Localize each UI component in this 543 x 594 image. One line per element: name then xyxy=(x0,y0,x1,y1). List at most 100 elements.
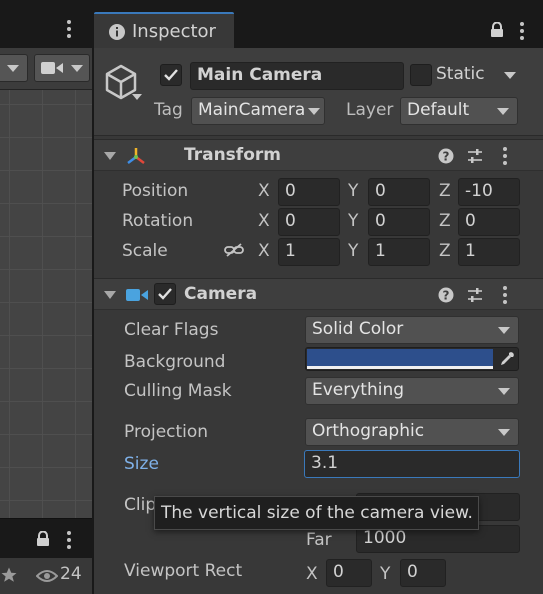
viewport-y-axis-label[interactable]: Y xyxy=(380,564,390,584)
svg-text:?: ? xyxy=(443,150,450,164)
transform-axes-icon xyxy=(127,148,145,164)
size-label[interactable]: Size xyxy=(124,454,159,474)
scene-grid-viewport[interactable] xyxy=(0,90,92,518)
projection-value: Orthographic xyxy=(312,421,425,441)
far-clip-label[interactable]: Far xyxy=(306,530,332,550)
rotation-x-axis-label[interactable]: X xyxy=(258,211,270,231)
position-x-field[interactable]: 0 xyxy=(278,178,340,206)
position-y-value: 0 xyxy=(375,181,386,201)
inspector-more-menu-icon[interactable] xyxy=(519,22,525,42)
clear-flags-dropdown[interactable]: Solid Color xyxy=(305,316,519,344)
rotation-y-value: 0 xyxy=(375,211,386,231)
help-icon[interactable]: ? xyxy=(438,148,454,164)
project-toolbar: 24 xyxy=(0,558,92,594)
presets-sliders-icon[interactable] xyxy=(467,287,483,303)
projection-dropdown[interactable]: Orthographic xyxy=(305,418,519,446)
tag-dropdown[interactable]: MainCamera xyxy=(191,97,325,125)
camera-component-icon xyxy=(126,289,148,301)
size-tooltip: The vertical size of the camera view. xyxy=(154,496,479,530)
static-label: Static xyxy=(436,64,485,84)
viewport-x-axis-label[interactable]: X xyxy=(306,564,318,584)
transform-component-header[interactable]: Transform ? xyxy=(94,139,543,171)
favorite-star-icon[interactable] xyxy=(0,566,18,584)
eye-visibility-icon[interactable] xyxy=(36,569,58,583)
position-z-field[interactable]: -10 xyxy=(458,178,520,206)
static-checkbox[interactable] xyxy=(410,64,432,86)
rotation-x-value: 0 xyxy=(285,211,296,231)
background-color-swatch[interactable] xyxy=(307,349,493,366)
scale-x-axis-label[interactable]: X xyxy=(258,241,270,261)
help-icon[interactable]: ? xyxy=(438,287,454,303)
position-x-axis-label[interactable]: X xyxy=(258,181,270,201)
viewport-x-field[interactable]: 0 xyxy=(326,559,372,587)
culling-mask-value: Everything xyxy=(312,380,405,400)
active-checkbox[interactable] xyxy=(160,64,182,86)
lock-icon[interactable] xyxy=(490,22,504,38)
checkmark-icon xyxy=(158,288,172,300)
position-y-field[interactable]: 0 xyxy=(368,178,430,206)
position-z-value: -10 xyxy=(465,181,493,201)
rotation-label[interactable]: Rotation xyxy=(122,211,193,231)
culling-mask-label: Culling Mask xyxy=(124,381,232,401)
clear-flags-label: Clear Flags xyxy=(124,320,219,340)
scale-y-value: 1 xyxy=(375,241,386,261)
rotation-z-axis-label[interactable]: Z xyxy=(439,211,451,231)
rotation-z-field[interactable]: 0 xyxy=(458,208,520,236)
checkmark-icon xyxy=(164,69,178,81)
info-icon xyxy=(109,24,125,40)
gameobject-name-field[interactable]: Main Camera xyxy=(190,62,404,90)
background-color-alpha-bar xyxy=(307,366,493,369)
viewport-y-field[interactable]: 0 xyxy=(400,559,446,587)
position-label[interactable]: Position xyxy=(122,181,188,201)
project-tab-bar xyxy=(0,518,92,558)
tab-inspector[interactable]: Inspector xyxy=(94,12,234,48)
scene-tool-dropdown[interactable] xyxy=(0,54,28,82)
scene-more-menu-icon[interactable] xyxy=(66,20,82,40)
clipping-planes-label: Clip xyxy=(124,495,157,515)
camera-component-header[interactable]: Camera ? xyxy=(94,278,543,310)
clear-flags-value: Solid Color xyxy=(312,319,404,339)
scale-y-axis-label[interactable]: Y xyxy=(348,241,358,261)
scene-view-panel: 24 xyxy=(0,0,92,594)
layer-label: Layer xyxy=(346,100,394,120)
rotation-y-field[interactable]: 0 xyxy=(368,208,430,236)
tag-value: MainCamera xyxy=(198,100,306,120)
foldout-arrow-icon[interactable] xyxy=(104,291,116,299)
viewport-y-value: 0 xyxy=(407,562,418,582)
component-more-menu-icon[interactable] xyxy=(502,147,508,167)
scale-label[interactable]: Scale xyxy=(122,241,168,261)
layer-dropdown[interactable]: Default xyxy=(400,97,518,125)
scale-y-field[interactable]: 1 xyxy=(368,238,430,266)
inspector-tab-label: Inspector xyxy=(132,21,216,42)
static-dropdown-arrow[interactable] xyxy=(504,72,516,79)
gameobject-icon-dropdown-arrow[interactable] xyxy=(132,94,142,100)
size-field[interactable]: 3.1 xyxy=(304,450,520,478)
gameobject-header: Main Camera Static Tag MainCamera Layer … xyxy=(94,48,543,136)
rotation-x-field[interactable]: 0 xyxy=(278,208,340,236)
camera-enabled-checkbox[interactable] xyxy=(154,283,176,305)
component-more-menu-icon[interactable] xyxy=(502,286,508,306)
project-more-menu-icon[interactable] xyxy=(66,531,72,551)
chevron-down-icon xyxy=(498,429,510,436)
projection-label: Projection xyxy=(124,422,209,442)
svg-text:?: ? xyxy=(443,289,450,303)
presets-sliders-icon[interactable] xyxy=(467,148,483,164)
position-z-axis-label[interactable]: Z xyxy=(439,181,451,201)
chevron-down-icon xyxy=(308,108,320,115)
layer-value: Default xyxy=(407,100,470,120)
rotation-y-axis-label[interactable]: Y xyxy=(348,211,358,231)
position-y-axis-label[interactable]: Y xyxy=(348,181,358,201)
hidden-count-label: 24 xyxy=(60,564,82,584)
constrain-proportions-link-icon[interactable] xyxy=(224,242,244,258)
culling-mask-dropdown[interactable]: Everything xyxy=(305,377,519,405)
scene-camera-dropdown[interactable] xyxy=(34,54,90,82)
scale-z-field[interactable]: 1 xyxy=(458,238,520,266)
scale-x-field[interactable]: 1 xyxy=(278,238,340,266)
lock-icon[interactable] xyxy=(36,531,50,547)
background-color-field[interactable] xyxy=(305,347,519,371)
scene-toolbar xyxy=(0,48,92,90)
chevron-down-icon xyxy=(498,388,510,395)
eyedropper-icon[interactable] xyxy=(499,351,515,367)
scale-z-axis-label[interactable]: Z xyxy=(439,241,451,261)
foldout-arrow-icon[interactable] xyxy=(104,152,116,160)
